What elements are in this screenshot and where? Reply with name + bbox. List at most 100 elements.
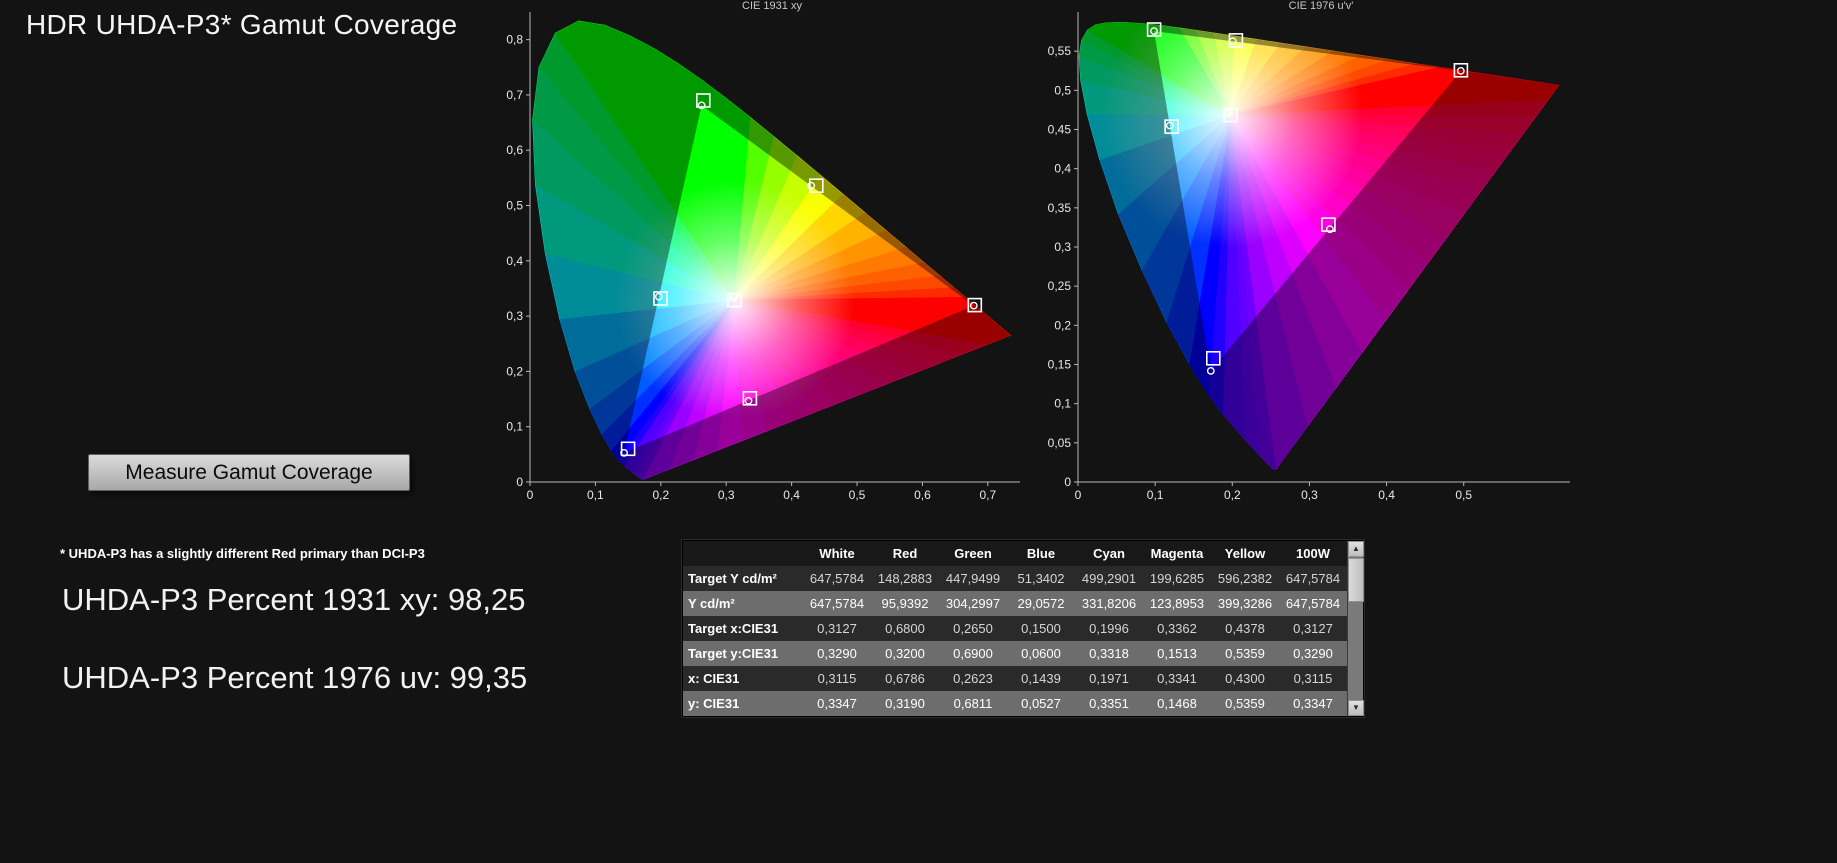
table-cell: 0,6786 xyxy=(885,671,925,686)
svg-text:0,55: 0,55 xyxy=(1048,44,1072,58)
svg-text:0,05: 0,05 xyxy=(1048,436,1072,450)
table-cell: 0,3115 xyxy=(817,671,857,686)
svg-text:0,2: 0,2 xyxy=(1224,488,1241,502)
table-cell: 0,2623 xyxy=(953,671,993,686)
svg-text:0,1: 0,1 xyxy=(506,420,523,434)
table-cell: 0,2650 xyxy=(953,621,993,636)
scroll-up-icon[interactable]: ▲ xyxy=(1348,541,1364,557)
column-header: Red xyxy=(871,541,939,566)
svg-text:0,2: 0,2 xyxy=(506,364,523,378)
svg-text:0: 0 xyxy=(1064,475,1071,489)
svg-text:0,1: 0,1 xyxy=(1054,397,1071,411)
result-1976-text: UHDA-P3 Percent 1976 uv: 99,35 xyxy=(62,660,528,695)
table-cell: 0,3347 xyxy=(817,696,857,711)
table-cell: 0,1996 xyxy=(1089,621,1129,636)
table-cell: 647,5784 xyxy=(809,571,865,586)
table-cell: 0,1500 xyxy=(1021,621,1061,636)
cie-1931-xy-chart: 0 0,1 0,2 0,3 0,4 0,5 0,6 0,7 0 0,1 0,2 0,3 0,4 0,5 0,… xyxy=(500,0,1025,510)
chart-title: CIE 1931 xy xyxy=(742,0,802,12)
scroll-down-icon[interactable]: ▼ xyxy=(1348,700,1364,716)
table-cell: 29,0572 xyxy=(1017,596,1065,611)
chart-svg-xy: 0 0,1 0,2 0,3 0,4 0,5 0,6 0,7 0 0,1 0,2 0,3 0,4 0,5 0,… xyxy=(506,0,1020,502)
column-header: Cyan xyxy=(1075,541,1143,566)
table-cell: 304,2997 xyxy=(945,596,1001,611)
svg-text:0,5: 0,5 xyxy=(1455,488,1472,502)
column-header: White xyxy=(803,541,871,566)
row-label: x: CIE31 xyxy=(688,671,740,686)
table-cell: 447,9499 xyxy=(945,571,1001,586)
table-cell: 0,3362 xyxy=(1157,621,1197,636)
row-label: Y cd/m² xyxy=(688,596,735,611)
table-cell: 0,3318 xyxy=(1089,646,1129,661)
table-cell: 0,1971 xyxy=(1089,671,1129,686)
svg-text:0,7: 0,7 xyxy=(506,88,523,102)
footnote-text: * UHDA-P3 has a slightly different Red p… xyxy=(60,546,425,561)
table-cell: 499,2901 xyxy=(1081,571,1137,586)
svg-text:0,4: 0,4 xyxy=(1054,162,1071,176)
row-label: y: CIE31 xyxy=(688,696,740,711)
svg-text:0,25: 0,25 xyxy=(1048,279,1072,293)
measure-gamut-coverage-button[interactable]: Measure Gamut Coverage xyxy=(88,454,410,491)
table-cell: 95,9392 xyxy=(881,596,929,611)
svg-text:0,15: 0,15 xyxy=(1048,358,1072,372)
table-cell: 51,3402 xyxy=(1017,571,1065,586)
table-cell: 399,3286 xyxy=(1217,596,1273,611)
row-label: Target x:CIE31 xyxy=(688,621,779,636)
column-header: Blue xyxy=(1007,541,1075,566)
svg-text:0,5: 0,5 xyxy=(849,488,866,502)
table-cell: 0,0527 xyxy=(1021,696,1061,711)
table-cell: 0,3127 xyxy=(1293,621,1333,636)
measurement-table: White Red Green Blue Cyan Magenta Yellow 100W Ta… xyxy=(682,540,1364,717)
row-label: Target y:CIE31 xyxy=(688,646,779,661)
table-cell: 0,1439 xyxy=(1021,671,1061,686)
table-cell: 0,6800 xyxy=(885,621,925,636)
scrollbar-thumb[interactable] xyxy=(1348,558,1364,602)
table-cell: 148,2883 xyxy=(877,571,933,586)
svg-text:0,6: 0,6 xyxy=(506,143,523,157)
column-header: 100W xyxy=(1279,541,1347,566)
column-header: Magenta xyxy=(1143,541,1211,566)
table-row: y: CIE31 0,3347 0,3190 0,6811 0,0527 0,3351 0,… xyxy=(683,691,1347,716)
svg-text:0: 0 xyxy=(527,488,534,502)
table-row: Y cd/m² 647,5784 95,9392 304,2997 29,0572 331… xyxy=(683,591,1347,616)
table-cell: 199,6285 xyxy=(1149,571,1205,586)
table-scrollbar[interactable]: ▲ ▼ xyxy=(1347,541,1364,716)
svg-text:0: 0 xyxy=(1075,488,1082,502)
table-cell: 0,3341 xyxy=(1157,671,1197,686)
row-label: Target Y cd/m² xyxy=(688,571,777,586)
page-title: HDR UHDA-P3* Gamut Coverage xyxy=(26,9,458,40)
svg-text:0,2: 0,2 xyxy=(652,488,669,502)
svg-text:0,4: 0,4 xyxy=(783,488,800,502)
svg-text:0: 0 xyxy=(516,475,523,489)
table-header-row: White Red Green Blue Cyan Magenta Yellow 100W xyxy=(683,541,1347,566)
svg-text:0,3: 0,3 xyxy=(718,488,735,502)
table-cell: 0,6811 xyxy=(953,696,993,711)
svg-text:0,45: 0,45 xyxy=(1048,123,1072,137)
svg-text:0,2: 0,2 xyxy=(1054,318,1071,332)
table-cell: 647,5784 xyxy=(1285,571,1341,586)
table-cell: 0,4378 xyxy=(1225,621,1265,636)
svg-text:0,1: 0,1 xyxy=(1147,488,1164,502)
table-cell: 647,5784 xyxy=(1285,596,1341,611)
corner-cell xyxy=(683,541,803,566)
svg-text:0,3: 0,3 xyxy=(1301,488,1318,502)
cie-1976-uv-chart: 0 0,1 0,2 0,3 0,4 0,5 0 0,05 0,1 0,15 0,2 0,25 0,3 0,… xyxy=(1040,0,1576,510)
table-cell: 0,3200 xyxy=(885,646,925,661)
svg-text:0,1: 0,1 xyxy=(587,488,604,502)
svg-text:0,3: 0,3 xyxy=(506,309,523,323)
table-cell: 647,5784 xyxy=(809,596,865,611)
svg-text:0,6: 0,6 xyxy=(914,488,931,502)
column-header: Green xyxy=(939,541,1007,566)
chart-title: CIE 1976 u'v' xyxy=(1289,0,1354,12)
svg-text:0,4: 0,4 xyxy=(506,254,523,268)
column-header: Yellow xyxy=(1211,541,1279,566)
table-row: x: CIE31 0,3115 0,6786 0,2623 0,1439 0,1971 0,… xyxy=(683,666,1347,691)
table-cell: 331,8206 xyxy=(1081,596,1137,611)
measurement-grid: White Red Green Blue Cyan Magenta Yellow 100W Ta… xyxy=(683,541,1347,716)
table-row: Target Y cd/m² 647,5784 148,2883 447,9499 51… xyxy=(683,566,1347,591)
table-cell: 0,3351 xyxy=(1089,696,1129,711)
svg-text:0,3: 0,3 xyxy=(1054,240,1071,254)
table-cell: 0,5359 xyxy=(1225,696,1265,711)
table-row: Target y:CIE31 0,3290 0,3200 0,6900 0,0600 0,… xyxy=(683,641,1347,666)
svg-text:0,7: 0,7 xyxy=(979,488,996,502)
